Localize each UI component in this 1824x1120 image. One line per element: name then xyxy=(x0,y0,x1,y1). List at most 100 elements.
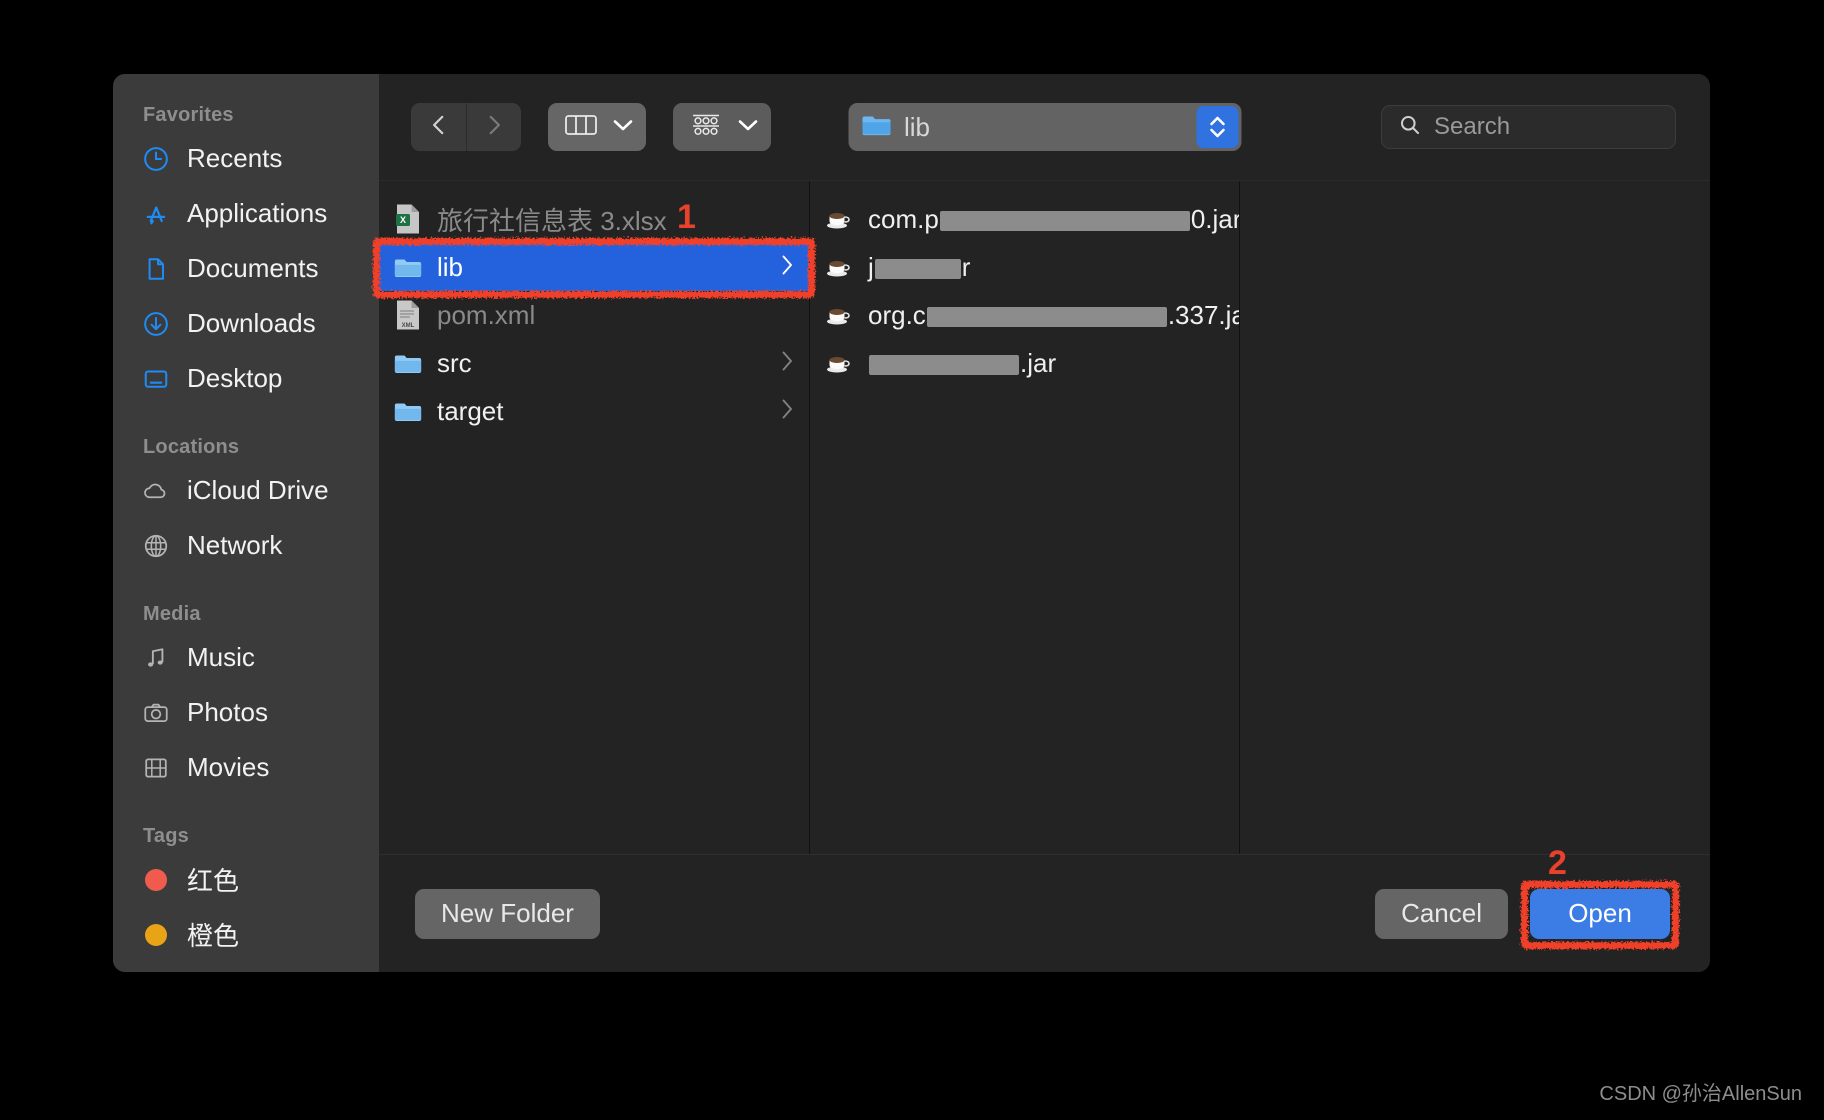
redaction-mark xyxy=(869,354,1019,375)
file-name: 旅行社信息表 3.xlsx xyxy=(437,205,667,236)
file-name-prefix: com.p xyxy=(868,203,939,234)
chevron-right-icon xyxy=(779,349,795,378)
forward-button[interactable] xyxy=(466,103,521,151)
sidebar-item-photos[interactable]: Photos xyxy=(113,685,379,740)
right-panel: lib Search X 旅行社信息表 3.xlsx lib XML pom.x… xyxy=(373,74,1710,972)
sidebar-item-label: Music xyxy=(187,642,255,672)
file-name-prefix: j xyxy=(868,251,874,282)
jar-file-icon xyxy=(824,250,854,284)
tag-dot-icon xyxy=(141,920,171,950)
folder-icon xyxy=(393,394,423,428)
file-row-jar[interactable]: org.c .337.jar xyxy=(810,291,1239,339)
xml-file-icon: XML xyxy=(393,298,423,332)
redaction-mark xyxy=(939,210,1190,231)
sidebar-group-favorites: Favorites Recents Applications Documents… xyxy=(113,104,379,406)
file-row-src[interactable]: src xyxy=(379,339,809,387)
tag-dot-icon xyxy=(141,865,171,895)
document-icon xyxy=(141,254,171,284)
sidebar-item-label: Applications xyxy=(187,198,328,228)
sidebar-item-icloud-drive[interactable]: iCloud Drive xyxy=(113,463,379,518)
music-note-icon xyxy=(141,643,171,673)
sidebar-item-label: Movies xyxy=(187,752,270,782)
watermark: CSDN @孙治AllenSun xyxy=(1599,1083,1802,1105)
appstore-icon xyxy=(141,199,171,229)
globe-icon xyxy=(141,531,171,561)
sidebar-item-tag-red[interactable]: 红色 xyxy=(113,852,379,907)
file-name: pom.xml xyxy=(437,299,536,330)
file-name-suffix: .jar xyxy=(1020,347,1057,378)
jar-file-icon xyxy=(824,202,854,236)
back-button[interactable] xyxy=(411,103,466,151)
file-name: lib xyxy=(437,251,464,282)
camera-icon xyxy=(141,698,171,728)
folder-icon xyxy=(393,346,423,380)
column-view-icon xyxy=(564,112,598,143)
file-row-xlsx[interactable]: X 旅行社信息表 3.xlsx xyxy=(379,195,809,243)
file-name: src xyxy=(437,347,472,378)
jar-file-icon xyxy=(824,346,854,380)
file-row-lib[interactable]: lib xyxy=(379,243,809,291)
dialog-footer: New Folder Cancel Open 2 xyxy=(379,844,1710,972)
chevron-down-icon xyxy=(612,117,634,138)
file-name: .jar xyxy=(868,348,1056,379)
jar-file-icon xyxy=(824,298,854,332)
open-button[interactable]: Open xyxy=(1530,888,1670,939)
file-name-prefix: org.c xyxy=(868,299,926,330)
cancel-button[interactable]: Cancel xyxy=(1375,888,1508,939)
clock-icon xyxy=(141,144,171,174)
file-name-suffix: r xyxy=(961,251,971,282)
sidebar-item-tag-orange[interactable]: 橙色 xyxy=(113,907,379,962)
redaction-mark xyxy=(874,258,961,279)
sidebar-group-title: Favorites xyxy=(143,104,234,126)
sidebar-group-tags: Tags 红色 橙色 xyxy=(113,825,379,962)
stepper-updown-icon[interactable] xyxy=(1196,106,1238,148)
file-name-suffix: 0.jar xyxy=(1190,203,1240,234)
sidebar-item-desktop[interactable]: Desktop xyxy=(113,351,379,406)
dialog-body: Favorites Recents Applications Documents… xyxy=(113,74,1710,972)
sidebar-item-recents[interactable]: Recents xyxy=(113,131,379,186)
arrange-items-button[interactable] xyxy=(673,103,771,151)
file-name: jr xyxy=(868,252,970,283)
sidebar-group-title: Tags xyxy=(143,825,189,847)
file-name: org.c .337.jar xyxy=(868,299,1239,331)
file-name: com.p 0.jar xyxy=(868,203,1240,235)
xlsx-file-icon: X xyxy=(393,202,423,236)
file-row-target[interactable]: target xyxy=(379,387,809,435)
file-name-suffix: .337.jar xyxy=(1167,299,1239,330)
sidebar-group-title: Locations xyxy=(143,436,240,458)
file-row-pom-xml[interactable]: XML pom.xml xyxy=(379,291,809,339)
sidebar-group-title: Media xyxy=(143,603,201,625)
path-label: lib xyxy=(904,111,931,142)
open-file-dialog: Favorites Recents Applications Documents… xyxy=(113,74,1710,972)
sidebar-group-locations: Locations iCloud Drive Network xyxy=(113,436,379,573)
sidebar-item-label: 橙色 xyxy=(187,921,240,951)
sidebar-item-downloads[interactable]: Downloads xyxy=(113,296,379,351)
sidebar-item-label: Recents xyxy=(187,143,283,173)
file-row-jar[interactable]: com.p 0.jar xyxy=(810,195,1239,243)
search-placeholder: Search xyxy=(1434,113,1511,140)
new-folder-button[interactable]: New Folder xyxy=(415,888,600,939)
folder-icon xyxy=(860,112,892,143)
file-row-jar[interactable]: .jar xyxy=(810,339,1239,387)
file-column-2: com.p 0.jar jr org.c .337.j .jar xyxy=(810,181,1240,854)
chevron-left-icon xyxy=(426,112,452,143)
chevron-down-icon xyxy=(737,117,759,138)
folder-icon xyxy=(393,250,423,284)
file-column-3-preview xyxy=(1240,181,1710,854)
toolbar: lib Search xyxy=(379,74,1710,180)
sidebar-item-documents[interactable]: Documents xyxy=(113,241,379,296)
sidebar: Favorites Recents Applications Documents… xyxy=(113,74,379,972)
sidebar-item-label: Documents xyxy=(187,253,319,283)
path-popup-button[interactable]: lib xyxy=(848,103,1241,151)
svg-text:XML: XML xyxy=(402,323,415,329)
file-row-jar[interactable]: jr xyxy=(810,243,1239,291)
svg-text:X: X xyxy=(400,215,406,225)
sidebar-item-network[interactable]: Network xyxy=(113,518,379,573)
view-mode-button[interactable] xyxy=(548,103,646,151)
download-icon xyxy=(141,309,171,339)
sidebar-item-applications[interactable]: Applications xyxy=(113,186,379,241)
search-input[interactable]: Search xyxy=(1381,105,1676,149)
sidebar-item-label: Photos xyxy=(187,697,268,727)
sidebar-item-music[interactable]: Music xyxy=(113,630,379,685)
sidebar-item-movies[interactable]: Movies xyxy=(113,740,379,795)
